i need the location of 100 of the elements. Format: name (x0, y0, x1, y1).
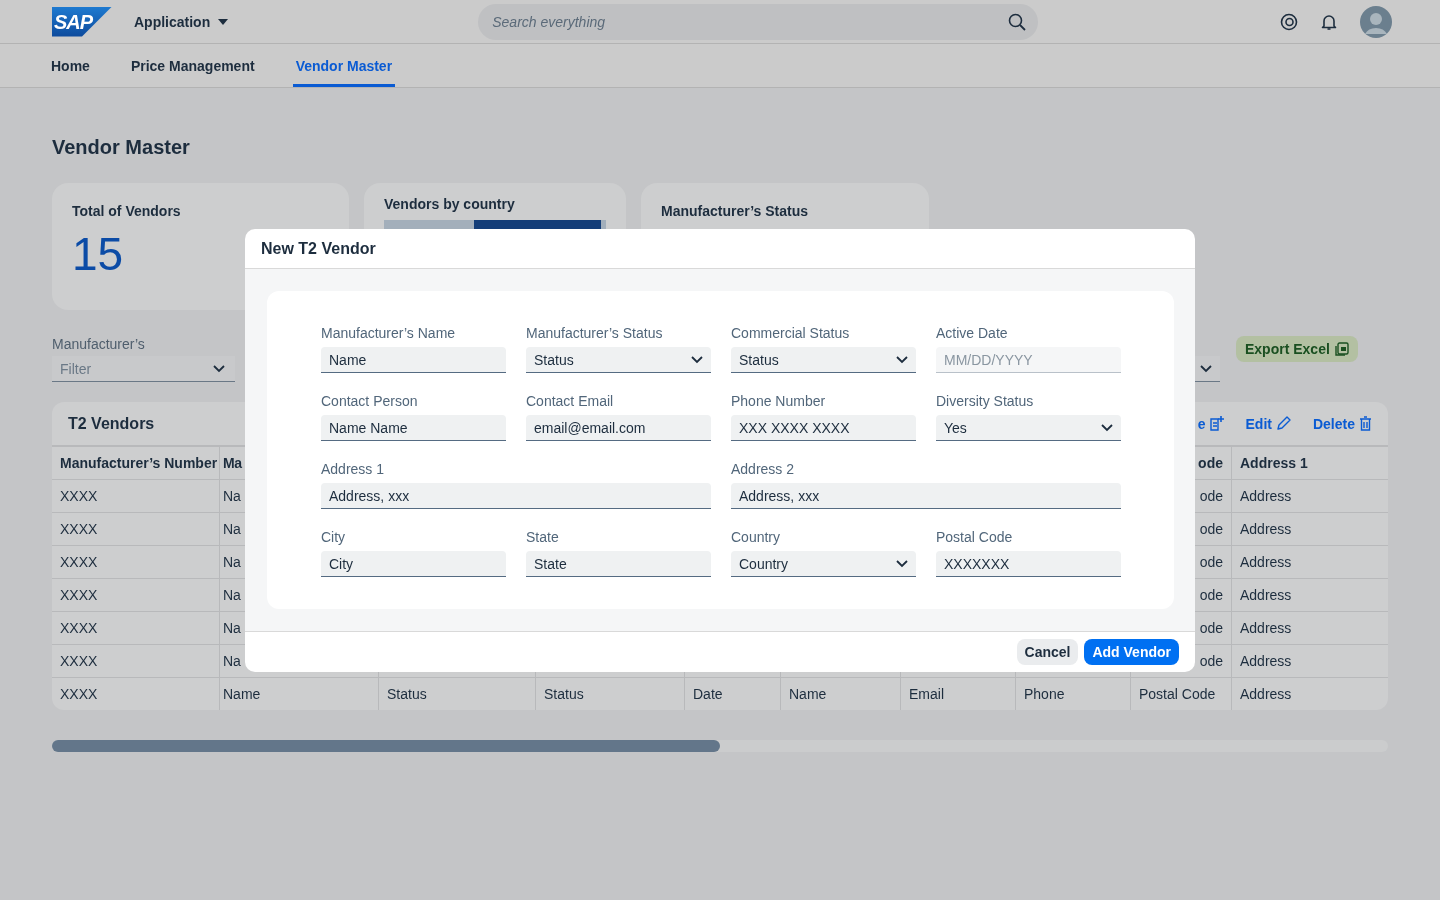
document-plus-icon (1209, 416, 1224, 431)
create-button[interactable]: e (1197, 415, 1224, 432)
pencil-icon (1275, 416, 1291, 431)
table-cell: XXXX (60, 653, 98, 669)
nav-tab[interactable]: Price Management (127, 44, 258, 87)
card-title: Vendors by country (384, 196, 516, 212)
chevron-icon (896, 355, 908, 364)
column-header: Manufacturer’s Number (60, 455, 218, 471)
input-field[interactable]: Name Name (321, 415, 506, 441)
table-cell: Postal Code (1139, 686, 1216, 702)
table-cell: ode (1199, 620, 1223, 636)
table-cell: Address (1240, 620, 1292, 636)
table-cell: Na (223, 488, 241, 504)
avatar-icon[interactable] (1360, 5, 1392, 38)
bell-icon[interactable] (1320, 12, 1338, 31)
scrollbar-thumb[interactable] (52, 740, 720, 752)
input-field[interactable]: XXXXXXX (936, 551, 1121, 577)
table-cell: Na (223, 554, 241, 570)
field-label: Contact Email (526, 393, 615, 409)
date-field[interactable]: MM/DD/YYYY (936, 347, 1121, 373)
table-cell: Na (223, 587, 241, 603)
select-field[interactable]: Status (731, 347, 916, 373)
input-field[interactable]: State (526, 551, 711, 577)
chevron-icon (896, 559, 908, 568)
column-header: ode (1198, 455, 1223, 471)
field-label: Address 2 (731, 461, 796, 477)
input-field[interactable]: Address, xxx (321, 483, 711, 509)
table-cell: XXXX (60, 620, 98, 636)
sap-logo[interactable]: SAP (52, 6, 112, 37)
add-button[interactable]: Add Vendor (1084, 639, 1179, 665)
input-field[interactable]: Address, xxx (731, 483, 1121, 509)
dialog-title: New T2 Vendor (261, 239, 376, 258)
table-cell: Name (223, 686, 261, 702)
field-label: Active Date (936, 325, 1009, 341)
input-field[interactable]: XXX XXXX XXXX (731, 415, 916, 441)
kpi-value: 15 (72, 227, 124, 281)
table-cell: Address (1240, 653, 1292, 669)
card-title: Manufacturer’s Status (661, 203, 810, 219)
table-cell: Phone (1024, 686, 1065, 702)
table-cell: ode (1199, 587, 1223, 603)
search-field[interactable]: Search everything (478, 3, 1039, 40)
search-icon[interactable] (1008, 12, 1027, 31)
table-cell: Address (1240, 521, 1292, 537)
column-header: Ma (223, 455, 242, 471)
caret-icon (218, 18, 229, 25)
table-title: T2 Vendors (68, 414, 155, 433)
table-cell: Name (789, 686, 827, 702)
app-menu-button[interactable]: Application (134, 13, 229, 30)
input-field[interactable]: email@email.com (526, 415, 711, 441)
export-excel-button[interactable]: Export Excel (1236, 336, 1358, 362)
table-cell: XXXX (60, 587, 98, 603)
table-cell: Address (1240, 686, 1292, 702)
table-cell: ode (1199, 653, 1223, 669)
table-cell: ode (1199, 488, 1223, 504)
field-label: Commercial Status (731, 325, 851, 341)
filter-label: Manufacturer’s (52, 336, 146, 352)
field-label: City (321, 529, 347, 545)
input-field[interactable]: City (321, 551, 506, 577)
field-label: Manufacturer’s Status (526, 325, 664, 341)
table-cell: Na (223, 521, 241, 537)
input-field[interactable]: Name (321, 347, 506, 373)
table-cell: Email (909, 686, 944, 702)
field-label: Contact Person (321, 393, 419, 409)
table-cell: XXXX (60, 686, 98, 702)
spreadsheet-icon (1334, 342, 1349, 356)
table-cell: XXXX (60, 488, 98, 504)
field-label: Manufacturer’s Name (321, 325, 457, 341)
field-label: State (526, 529, 560, 545)
edit-button[interactable]: Edit (1245, 415, 1291, 432)
chevron-icon (691, 355, 703, 364)
table-cell: Address (1240, 587, 1292, 603)
filter-dropdown[interactable]: Filter (52, 356, 235, 382)
chevron-icon (1200, 364, 1212, 373)
table-cell: ode (1199, 554, 1223, 570)
table-cell: XXXX (60, 554, 98, 570)
select-field[interactable]: Status (526, 347, 711, 373)
table-cell: Status (544, 686, 584, 702)
chevron-icon (1101, 423, 1113, 432)
field-label: Address 1 (321, 461, 386, 477)
table-cell: Address (1240, 554, 1292, 570)
field-label: Diversity Status (936, 393, 1035, 409)
table-cell: Date (693, 686, 723, 702)
ring-icon[interactable] (1280, 12, 1298, 31)
column-header: Address 1 (1240, 455, 1308, 471)
cancel-button[interactable]: Cancel (1016, 639, 1079, 665)
field-label: Country (731, 529, 782, 545)
nav-tab[interactable]: Home (48, 44, 93, 87)
scrollbar-track[interactable] (52, 740, 1388, 752)
card-title: Total of Vendors (72, 203, 182, 219)
table-cell: Address (1240, 488, 1292, 504)
page-title: Vendor Master (52, 136, 191, 159)
select-field[interactable]: Yes (936, 415, 1121, 441)
field-label: Postal Code (936, 529, 1014, 545)
delete-button[interactable]: Delete (1312, 415, 1372, 432)
field-label: Phone Number (731, 393, 827, 409)
table-cell: Na (223, 653, 241, 669)
select-field[interactable]: Country (731, 551, 916, 577)
nav-tab[interactable]: Vendor Master (292, 44, 396, 87)
chevron-icon (213, 365, 225, 373)
table-cell: Status (387, 686, 427, 702)
